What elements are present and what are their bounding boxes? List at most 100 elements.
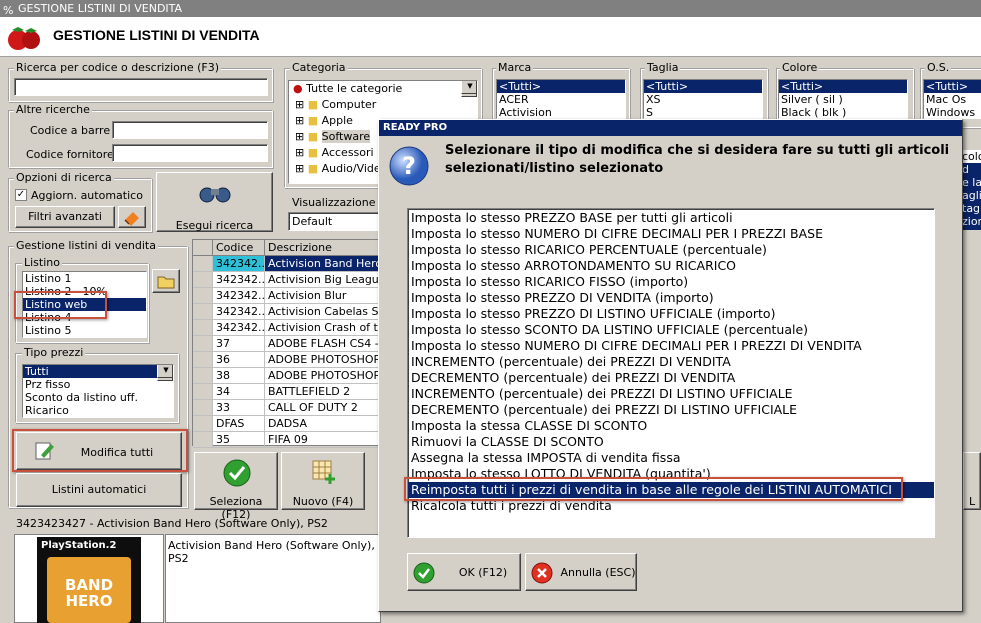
new-grid-icon xyxy=(312,460,335,484)
cell-description: Activision Big League S xyxy=(265,272,383,288)
barcode-field[interactable] xyxy=(112,121,268,139)
tree-item-computer[interactable]: ⊞ ■ Computer xyxy=(289,97,477,113)
highlight-edit-all xyxy=(12,429,188,472)
modify-option[interactable]: Imposta lo stesso ARROTONDAMENTO SU RICA… xyxy=(408,258,934,274)
os-list[interactable]: <Tutti> Mac Os Windows xyxy=(923,79,981,119)
other-search-label: Altre ricerche xyxy=(14,103,92,116)
row-header[interactable] xyxy=(193,400,213,416)
row-header[interactable] xyxy=(193,272,213,288)
view-select[interactable]: Default xyxy=(288,212,380,231)
run-search-button[interactable]: Esegui ricerca xyxy=(156,172,273,232)
open-pricelist-button[interactable] xyxy=(152,269,180,293)
modify-option[interactable]: Assegna la stessa IMPOSTA di vendita fis… xyxy=(408,450,934,466)
right-partial-item: tagl xyxy=(962,202,981,215)
price-type-list[interactable]: Tutti Prz fisso Sconto da listino uff. R… xyxy=(22,364,174,418)
row-header[interactable] xyxy=(193,368,213,384)
right-partial-button[interactable]: L xyxy=(963,452,981,510)
modify-option[interactable]: Imposta lo stesso NUMERO DI CIFRE DECIMA… xyxy=(408,338,934,354)
modify-option[interactable]: Imposta lo stesso RICARICO PERCENTUALE (… xyxy=(408,242,934,258)
cell-code: 34 xyxy=(213,384,265,400)
category-scrollbar[interactable]: ▲▼ xyxy=(461,81,477,97)
folder-icon xyxy=(157,276,175,289)
row-header[interactable] xyxy=(193,352,213,368)
checkmark-icon xyxy=(413,562,435,584)
os-item[interactable]: Mac Os xyxy=(924,93,981,106)
brand-list[interactable]: <Tutti> ACER Activision xyxy=(496,79,626,119)
size-item[interactable]: <Tutti> xyxy=(644,80,762,93)
articles-grid[interactable]: Codice Descrizione 342342... Activision B… xyxy=(192,239,383,448)
row-header[interactable] xyxy=(193,320,213,336)
modify-option[interactable]: INCREMENTO (percentuale) dei PREZZI DI L… xyxy=(408,386,934,402)
clear-filters-button[interactable] xyxy=(118,206,146,228)
cancel-button[interactable]: Annulla (ESC) xyxy=(525,553,637,591)
size-list[interactable]: <Tutti> XS S xyxy=(643,79,763,119)
view-label: Visualizzazione xyxy=(292,196,376,209)
price-type-item[interactable]: Sconto da listino uff. xyxy=(23,391,173,404)
brand-item[interactable]: ACER xyxy=(497,93,625,106)
color-item[interactable]: <Tutti> xyxy=(779,80,907,93)
modify-option[interactable]: Imposta lo stesso NUMERO DI CIFRE DECIMA… xyxy=(408,226,934,242)
grid-header-code[interactable]: Codice xyxy=(213,240,265,256)
pricelist-item[interactable]: Listino 5 xyxy=(23,324,146,337)
size-item[interactable]: XS xyxy=(644,93,762,106)
row-header[interactable] xyxy=(193,304,213,320)
price-type-item[interactable]: Ricarico xyxy=(23,404,173,417)
ok-button[interactable]: OK (F12) xyxy=(407,553,521,591)
modify-option[interactable]: Imposta lo stesso PREZZO DI LISTINO UFFI… xyxy=(408,306,934,322)
modify-option[interactable]: DECREMENTO (percentuale) dei PREZZI DI V… xyxy=(408,370,934,386)
pricelist-item[interactable]: Listino 1 xyxy=(23,272,146,285)
cell-description: Activision Crash of the xyxy=(265,320,383,336)
right-partial-item: d xyxy=(962,163,969,176)
window-title: GESTIONE LISTINI DI VENDITA xyxy=(18,2,183,15)
modify-option[interactable]: Imposta lo stesso RICARICO FISSO (import… xyxy=(408,274,934,290)
price-type-item[interactable]: Prz fisso xyxy=(23,378,173,391)
game-logo: BAND HERO xyxy=(64,576,114,610)
size-item[interactable]: S xyxy=(644,106,762,118)
modify-option[interactable]: DECREMENTO (percentuale) dei PREZZI DI L… xyxy=(408,402,934,418)
dialog-title: READY PRO xyxy=(379,120,962,136)
cell-description: FIFA 09 xyxy=(265,432,383,448)
right-partial-item: zioni xyxy=(962,215,981,228)
search-input[interactable] xyxy=(14,78,268,96)
grid-header-description[interactable]: Descrizione xyxy=(265,240,383,256)
modify-option[interactable]: Imposta lo stesso PREZZO BASE per tutti … xyxy=(408,210,934,226)
supplier-code-field[interactable] xyxy=(112,144,268,162)
row-header[interactable] xyxy=(193,416,213,432)
price-type-item[interactable]: Tutti xyxy=(23,365,173,378)
right-partial-list[interactable]: colo d e lav aglie tagl zioni xyxy=(960,150,981,230)
modify-option[interactable]: Imposta la stessa CLASSE DI SCONTO xyxy=(408,418,934,434)
color-item[interactable]: Black ( blk ) xyxy=(779,106,907,118)
cell-description: Activision Band Hero (S xyxy=(265,256,383,272)
new-button-label: Nuovo (F4) xyxy=(292,495,354,508)
auto-update-checkbox[interactable]: ✓ xyxy=(15,189,27,201)
ok-label: OK (F12) xyxy=(458,566,508,579)
new-button[interactable]: Nuovo (F4) xyxy=(281,452,365,510)
checkmark-icon xyxy=(223,459,251,487)
modify-option[interactable]: Rimuovi la CLASSE DI SCONTO xyxy=(408,434,934,450)
right-partial-item: aglie xyxy=(962,189,981,202)
tree-item-all[interactable]: ● Tutte le categorie xyxy=(289,81,477,97)
advanced-filters-button[interactable]: Filtri avanzati xyxy=(15,206,115,228)
page-title: GESTIONE LISTINI DI VENDITA xyxy=(53,27,260,43)
search-options-label: Opzioni di ricerca xyxy=(14,171,114,184)
modify-option[interactable]: Imposta lo stesso PREZZO DI VENDITA (imp… xyxy=(408,290,934,306)
row-header[interactable] xyxy=(193,432,213,448)
row-header[interactable] xyxy=(193,384,213,400)
price-type-scrollbar[interactable]: ▲▼ xyxy=(157,365,173,381)
modify-option[interactable]: Imposta lo stesso SCONTO DA LISTINO UFFI… xyxy=(408,322,934,338)
select-button[interactable]: Seleziona (F12) xyxy=(194,452,278,521)
row-header[interactable] xyxy=(193,336,213,352)
brand-item[interactable]: <Tutti> xyxy=(497,80,625,93)
row-header[interactable] xyxy=(193,288,213,304)
product-description: Activision Band Hero (Software Only), PS… xyxy=(165,534,381,623)
brand-label: Marca xyxy=(496,61,534,74)
brand-item[interactable]: Activision xyxy=(497,106,625,118)
eraser-icon xyxy=(124,212,139,226)
color-list[interactable]: <Tutti> Silver ( sil ) Black ( blk ) xyxy=(778,79,908,119)
color-item[interactable]: Silver ( sil ) xyxy=(779,93,907,106)
auto-pricelists-button[interactable]: Listini automatici xyxy=(16,473,182,507)
row-header[interactable] xyxy=(193,256,213,272)
os-item[interactable]: Windows xyxy=(924,106,981,118)
modify-option[interactable]: INCREMENTO (percentuale) dei PREZZI DI V… xyxy=(408,354,934,370)
os-item[interactable]: <Tutti> xyxy=(924,80,981,93)
